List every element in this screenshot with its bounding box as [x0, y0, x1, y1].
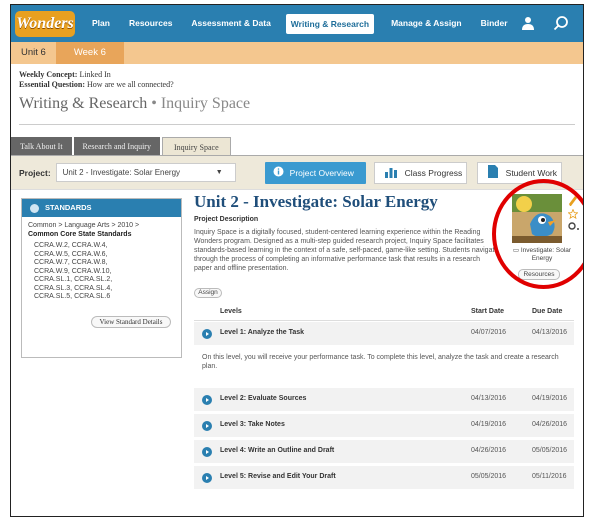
standards-set: Common Core State Standards [28, 230, 132, 238]
standards-breadcrumb: Common > Language Arts > 2010 > [28, 222, 140, 229]
standards-code-line: CCRA.W.7, CCRA.W.8, [34, 259, 108, 266]
nav-binder[interactable]: Binder [479, 5, 510, 42]
standards-code-line: CCRA.W.9, CCRA.W.10, [34, 267, 112, 275]
title-separator: • [151, 95, 157, 112]
project-label: Project: [19, 167, 51, 178]
standards-code-line: CCRA.SL.5, CCRA.SL.6 [34, 293, 111, 300]
level-row[interactable]: Level 5: Revise and Edit Your Draft 05/0… [194, 466, 574, 490]
levels-header-due: Due Date [532, 308, 563, 315]
project-description-label: Project Description [194, 216, 259, 223]
level-name: Level 3: Take Notes [220, 421, 285, 428]
search-icon[interactable] [553, 15, 569, 33]
level-name: Level 2: Evaluate Sources [220, 395, 307, 402]
standards-code-line: CCRA.W.2, CCRA.W.4, [34, 242, 108, 249]
standards-path: Common > Language Arts > 2010 > Common C… [22, 217, 181, 239]
levels-table-header: Levels Start Date Due Date [194, 305, 574, 321]
play-icon[interactable] [202, 395, 212, 405]
level-due-date: 05/05/2016 [532, 447, 568, 454]
standards-header-label: STANDARDS [45, 203, 92, 212]
bar-chart-icon [384, 166, 397, 180]
level-start-date: 04/19/2016 [471, 421, 507, 428]
tab-research-inquiry[interactable]: Research and Inquiry [73, 137, 160, 155]
user-icon[interactable] [521, 16, 535, 32]
unit-label[interactable]: Unit 6 [11, 42, 56, 64]
level-due-date: 04/26/2016 [532, 421, 568, 428]
play-icon[interactable] [202, 421, 212, 431]
standards-code-line: CCRA.SL.1, CCRA.SL.2, [34, 276, 113, 283]
level-start-date: 05/05/2016 [471, 473, 507, 480]
nav-plan[interactable]: Plan [90, 5, 112, 42]
title-divider [19, 124, 575, 125]
page-title: Writing & Research • Inquiry Space [11, 90, 583, 118]
play-icon[interactable] [202, 447, 212, 457]
level-start-date: 04/13/2016 [471, 395, 507, 402]
standards-code-line: CCRA.SL.3, CCRA.SL.4, [34, 284, 113, 292]
project-toolbar: Project: Unit 2 - Investigate: Solar Ene… [11, 156, 583, 190]
level-start-date: 04/07/2016 [471, 329, 507, 336]
project-select-value: Unit 2 - Investigate: Solar Energy [62, 168, 181, 177]
nav-assessment-data[interactable]: Assessment & Data [189, 5, 272, 42]
week-label[interactable]: Week 6 [55, 42, 124, 64]
tab-bar: Talk About It Research and Inquiry Inqui… [11, 137, 583, 156]
level-due-date: 05/11/2016 [532, 473, 567, 480]
nav-manage-assign[interactable]: Manage & Assign [389, 5, 464, 42]
level-row[interactable]: Level 1: Analyze the Task 04/07/2016 04/… [194, 322, 574, 346]
highlight-ring-annotation [492, 179, 583, 289]
level-row[interactable]: Level 2: Evaluate Sources 04/13/2016 04/… [194, 388, 574, 412]
student-work-label: Student Work [505, 167, 557, 178]
page-title-main: Writing & Research [19, 95, 148, 112]
tab-talk-about-it[interactable]: Talk About It [11, 137, 72, 155]
level-due-date: 04/19/2016 [532, 395, 568, 402]
nav-writing-research[interactable]: Writing & Research [285, 13, 375, 34]
play-icon[interactable] [202, 473, 212, 483]
level-name: Level 5: Revise and Edit Your Draft [220, 473, 336, 480]
tab-inquiry-space[interactable]: Inquiry Space [161, 137, 231, 155]
level-detail: On this level, you will receive your per… [194, 346, 574, 383]
standards-header[interactable]: STANDARDS [22, 199, 181, 217]
levels-header-start: Start Date [471, 308, 505, 315]
view-standard-details-button[interactable]: View Standard Details [91, 316, 171, 328]
nav-resources[interactable]: Resources [127, 5, 174, 42]
standards-codes: CCRA.W.2, CCRA.W.4, CCRA.W.5, CCRA.W.6, … [22, 239, 181, 302]
class-progress-label: Class Progress [404, 167, 463, 178]
level-due-date: 04/13/2016 [532, 329, 568, 336]
level-start-date: 04/26/2016 [471, 447, 507, 454]
weekly-concept-value: Linked In [79, 70, 111, 79]
project-description: Inquiry Space is a digitally focused, st… [194, 229, 499, 272]
level-row[interactable]: Level 4: Write an Outline and Draft 04/2… [194, 440, 574, 464]
top-navigation: Wonders Plan Resources Assessment & Data… [11, 5, 583, 42]
essential-question-value: How are we all connected? [87, 80, 174, 89]
wonders-logo[interactable]: Wonders [15, 10, 75, 37]
weekly-concept: Weekly Concept: Linked In Essential Ques… [11, 64, 583, 90]
app-frame: Wonders Plan Resources Assessment & Data… [10, 4, 584, 517]
collapse-icon [30, 203, 39, 213]
unit-week-bar: Unit 6 Week 6 [11, 42, 583, 64]
level-name: Level 4: Write an Outline and Draft [220, 447, 335, 454]
standards-panel: STANDARDS Common > Language Arts > 2010 … [21, 198, 182, 358]
level-name: Level 1: Analyze the Task [220, 329, 305, 336]
project-overview-button[interactable]: Project Overview [264, 161, 366, 184]
weekly-concept-label: Weekly Concept: [19, 70, 78, 79]
unit-title: Unit 2 - Investigate: Solar Energy [194, 192, 438, 211]
dropdown-caret-icon: ▼ [215, 169, 223, 176]
assign-button[interactable]: Assign [194, 288, 222, 298]
class-progress-button[interactable]: Class Progress [373, 161, 467, 184]
document-icon [487, 165, 498, 180]
play-icon[interactable] [202, 329, 212, 339]
levels-header-levels: Levels [220, 308, 242, 315]
info-icon [273, 166, 284, 179]
main-content: STANDARDS Common > Language Arts > 2010 … [11, 179, 583, 500]
standards-code-line: CCRA.W.5, CCRA.W.6, [34, 250, 108, 258]
essential-question-label: Essential Question: [19, 80, 86, 89]
level-row[interactable]: Level 3: Take Notes 04/19/2016 04/26/201… [194, 414, 574, 438]
page-title-sub: Inquiry Space [160, 95, 251, 112]
project-overview-label: Project Overview [289, 167, 354, 178]
project-select[interactable]: Unit 2 - Investigate: Solar Energy ▼ [55, 163, 236, 182]
